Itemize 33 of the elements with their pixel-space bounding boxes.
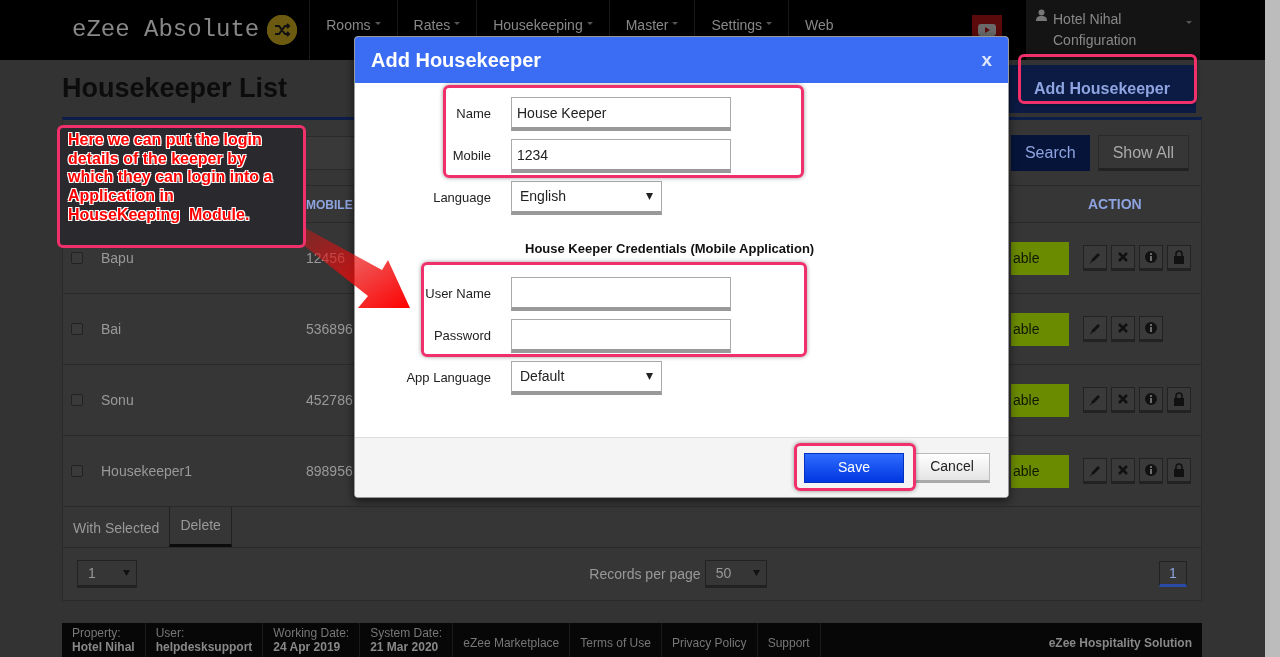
table-cell: 898956	[306, 462, 353, 479]
footer-value: helpdesksupport	[155, 640, 253, 655]
footer-label: Working Date:	[273, 626, 350, 640]
field-label: Mobile	[451, 147, 492, 166]
table-cell: Housekeeper1	[101, 462, 193, 479]
footer-label: User:	[155, 626, 185, 640]
callout-note: Here we can put the login details of the keeper by which they can login into a Application in HouseKeeping Module.	[57, 125, 306, 248]
footer-value: 21 Mar 2020	[370, 640, 440, 655]
field-label: Password	[432, 326, 492, 345]
status-badge: able	[1011, 383, 1069, 417]
footer-brand: eZee Hospitality Solution	[1047, 635, 1193, 652]
footer-value: Hotel Nihal	[72, 640, 135, 655]
table-cell: Bai	[101, 320, 122, 337]
field-label: Name	[455, 105, 492, 124]
column-header: MOBILE	[306, 197, 353, 212]
table-cell: Bapu	[101, 249, 134, 266]
table-cell: 452786	[306, 391, 353, 408]
footer-label: System Date:	[370, 626, 443, 640]
footer-label: Property:	[72, 626, 121, 640]
bulk-label: With Selected	[72, 519, 161, 538]
column-header: ACTION	[1088, 194, 1142, 214]
field-label: User Name	[424, 284, 492, 303]
field-label: App Language	[405, 368, 492, 387]
status-badge: able	[1011, 312, 1069, 346]
table-cell: 536896	[306, 320, 353, 337]
brand-logo: eZee Absolute	[72, 15, 260, 45]
records-label: Records per page	[589, 564, 701, 584]
status-badge: able	[1011, 241, 1069, 275]
table-cell: Sonu	[101, 391, 134, 408]
footer-value: 24 Apr 2019	[273, 640, 342, 655]
section-heading: House Keeper Credentials (Mobile Application)	[525, 240, 816, 258]
status-badge: able	[1011, 454, 1069, 488]
field-label: Language	[432, 189, 492, 208]
